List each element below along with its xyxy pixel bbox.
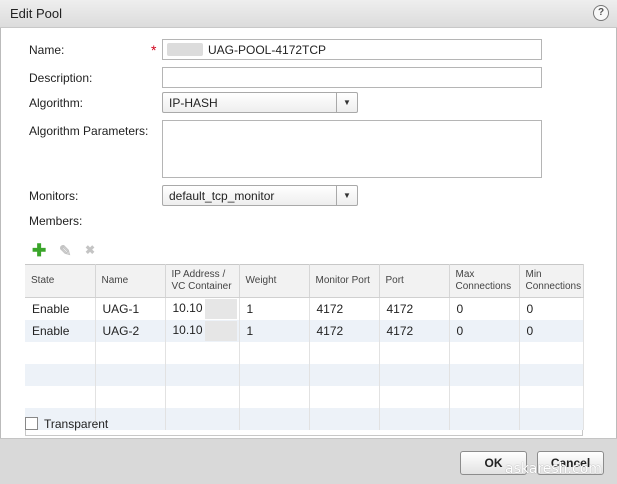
- monitors-label: Monitors:: [29, 189, 79, 203]
- dialog-titlebar: Edit Pool ?: [0, 0, 617, 28]
- algorithm-dropdown[interactable]: IP-HASH ▼: [162, 92, 358, 113]
- add-icon[interactable]: ✚: [32, 241, 46, 261]
- col-header-port[interactable]: Port: [379, 264, 450, 298]
- empty-row: [25, 385, 584, 408]
- cell-ip: 10.10: [165, 319, 240, 342]
- col-header-state[interactable]: State: [25, 264, 96, 298]
- algorithm-selected: IP-HASH: [169, 96, 218, 110]
- col-header-weight[interactable]: Weight: [239, 264, 310, 298]
- cell-ip: 10.10: [165, 297, 240, 320]
- algorithm-parameters-field[interactable]: [162, 120, 542, 178]
- cell-state: Enable: [25, 297, 96, 320]
- cell-port: 4172: [379, 297, 450, 320]
- name-field-value: UAG-POOL-4172TCP: [208, 43, 327, 57]
- chevron-down-icon[interactable]: ▼: [336, 186, 357, 205]
- redacted-ip: [204, 298, 237, 319]
- redacted-prefix: [167, 43, 203, 56]
- cell-weight: 1: [239, 297, 310, 320]
- pencil-icon[interactable]: ✎: [59, 242, 72, 260]
- required-marker: *: [151, 42, 157, 58]
- table-header-row: State Name IP Address / VC Container Wei…: [25, 264, 584, 298]
- algorithm-label: Algorithm:: [29, 96, 84, 110]
- col-header-ip[interactable]: IP Address / VC Container: [165, 264, 240, 298]
- delete-icon[interactable]: ✖: [85, 243, 95, 257]
- col-header-max-connections[interactable]: Max Connections: [449, 264, 520, 298]
- help-icon[interactable]: ?: [593, 5, 609, 21]
- transparent-checkbox[interactable]: [25, 417, 38, 430]
- cell-monitor-port: 4172: [309, 319, 380, 342]
- monitors-dropdown[interactable]: default_tcp_monitor ▼: [162, 185, 358, 206]
- cell-name: UAG-2: [95, 319, 166, 342]
- cell-max: 0: [449, 297, 520, 320]
- name-label: Name:: [29, 43, 65, 57]
- cell-min: 0: [519, 319, 584, 342]
- cell-ip-value: 10.10: [172, 322, 203, 337]
- cell-min: 0: [519, 297, 584, 320]
- cell-monitor-port: 4172: [309, 297, 380, 320]
- monitors-selected: default_tcp_monitor: [169, 189, 275, 203]
- empty-row: [25, 341, 584, 364]
- empty-row: [25, 363, 584, 386]
- cell-port: 4172: [379, 319, 450, 342]
- dialog-title: Edit Pool: [10, 6, 63, 21]
- cell-ip-value: 10.10: [172, 300, 203, 315]
- description-label: Description:: [29, 71, 93, 85]
- table-row[interactable]: Enable UAG-2 10.10 1 4172 4172 0 0: [25, 319, 584, 342]
- cell-state: Enable: [25, 319, 96, 342]
- name-field[interactable]: UAG-POOL-4172TCP: [162, 39, 542, 60]
- cell-name: UAG-1: [95, 297, 166, 320]
- col-header-monitor-port[interactable]: Monitor Port: [309, 264, 380, 298]
- redacted-ip: [204, 320, 237, 341]
- table-row[interactable]: Enable UAG-1 10.10 1 4172 4172 0 0: [25, 297, 584, 320]
- description-field[interactable]: [162, 67, 542, 88]
- cell-max: 0: [449, 319, 520, 342]
- cell-weight: 1: [239, 319, 310, 342]
- chevron-down-icon[interactable]: ▼: [336, 93, 357, 112]
- empty-row: [25, 407, 584, 430]
- members-label: Members:: [29, 214, 83, 228]
- watermark-text: askaresh.com: [505, 461, 602, 477]
- col-header-min-connections[interactable]: Min Connections: [519, 264, 584, 298]
- members-table: State Name IP Address / VC Container Wei…: [25, 264, 584, 430]
- algorithm-parameters-label: Algorithm Parameters:: [29, 124, 149, 138]
- col-header-name[interactable]: Name: [95, 264, 166, 298]
- transparent-label: Transparent: [44, 417, 109, 431]
